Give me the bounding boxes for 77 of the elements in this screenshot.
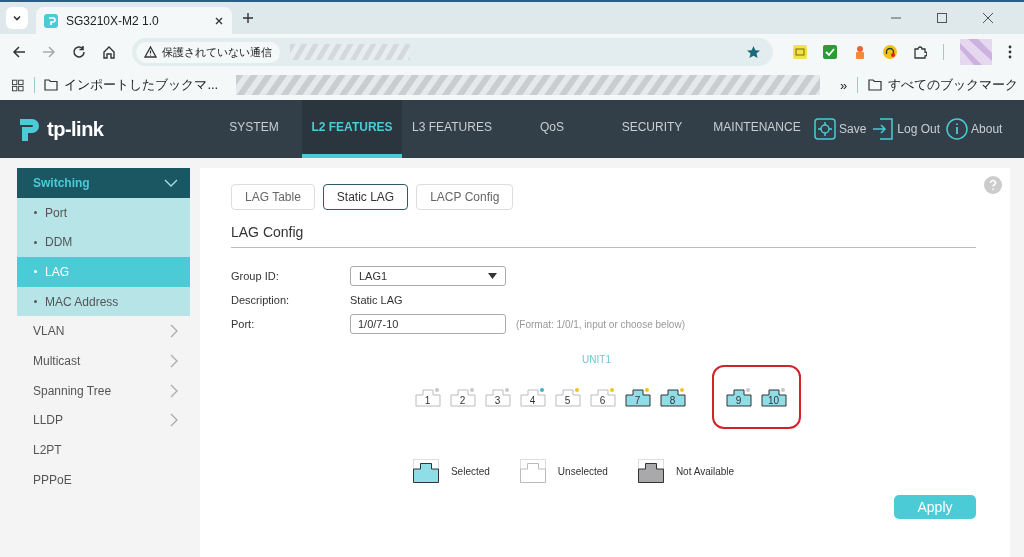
header-action[interactable]: About: [946, 118, 1003, 140]
extension-icon[interactable]: [853, 45, 867, 59]
star-icon[interactable]: [746, 44, 761, 60]
field-label: Group ID:: [231, 270, 280, 282]
sidebar-subitem[interactable]: DDM: [17, 227, 190, 258]
tab[interactable]: LACP Config: [416, 184, 514, 210]
more-icon[interactable]: [1008, 45, 1012, 59]
section-title: LAG Config: [231, 224, 976, 248]
legend-label: Not Available: [675, 465, 735, 477]
caret-icon: [488, 273, 497, 279]
port-legend-icon: [519, 459, 546, 483]
nav-tab[interactable]: SECURITY: [602, 100, 702, 158]
port[interactable]: 9: [725, 387, 752, 407]
port-input-field[interactable]: 1/0/7-10: [350, 314, 506, 334]
back-icon[interactable]: [12, 45, 26, 59]
overflow-button[interactable]: »: [839, 77, 848, 93]
maximize-icon[interactable]: [936, 12, 948, 24]
group-id-dropdown[interactable]: LAG1: [350, 266, 506, 286]
chevron-right-icon: [170, 413, 178, 428]
warning-icon: [144, 46, 157, 58]
reload-icon[interactable]: [72, 45, 86, 59]
tab[interactable]: Static LAG: [322, 184, 409, 210]
nav-tab[interactable]: L2 FEATURES: [302, 100, 402, 158]
nav-tab[interactable]: SYSTEM: [206, 100, 302, 158]
folder-icon: [44, 79, 59, 91]
port[interactable]: 5: [554, 387, 581, 407]
nav-tab[interactable]: QoS: [502, 100, 602, 158]
chevron-right-icon: [170, 324, 178, 339]
tab-list-button[interactable]: [6, 7, 28, 29]
chevron-right-icon: [170, 383, 178, 398]
headphones-icon[interactable]: [883, 45, 897, 59]
header-action[interactable]: Log Out: [872, 118, 941, 140]
sidebar-subitem[interactable]: MAC Address: [17, 286, 190, 317]
chevron-down-icon: [12, 13, 22, 23]
bookmark-folder[interactable]: すべてのブックマーク: [868, 76, 1018, 94]
port[interactable]: 2: [449, 387, 476, 407]
chevron-down-icon: [164, 178, 178, 187]
field-label: Description:: [231, 294, 291, 306]
description-value: Static LAG: [350, 293, 404, 308]
bookmark-folder[interactable]: インポートしたブックマ...: [44, 76, 219, 94]
port[interactable]: 4: [519, 387, 546, 407]
logout-icon: [872, 118, 895, 140]
chevron-right-icon: [170, 353, 178, 368]
legend-label: Selected: [450, 465, 490, 477]
close-icon[interactable]: [982, 12, 994, 24]
puzzle-icon[interactable]: [913, 45, 927, 59]
port[interactable]: 6: [589, 387, 616, 407]
sidebar-item[interactable]: Switching: [17, 168, 190, 198]
format-hint: (Format: 1/0/1, input or choose below): [516, 318, 685, 330]
info-icon: [946, 118, 969, 140]
sidebar-subitem[interactable]: Port: [17, 197, 190, 228]
port[interactable]: 7: [624, 387, 651, 407]
port-legend-icon: [637, 459, 664, 483]
checkbox-icon[interactable]: [823, 45, 837, 59]
tp-link-favicon-icon: [44, 14, 58, 28]
apps-grid-icon[interactable]: [12, 78, 24, 92]
browser-tab[interactable]: SG3210X-M2 1.0: [36, 7, 232, 35]
tp-link-logo: tp-link: [16, 100, 206, 158]
unit-label: UNIT1: [581, 354, 612, 365]
security-chip[interactable]: 保護されていない通信: [136, 41, 280, 63]
legend-label: Unselected: [557, 465, 608, 477]
port[interactable]: 3: [484, 387, 511, 407]
nav-tab[interactable]: MAINTENANCE: [702, 100, 812, 158]
nav-tab[interactable]: L3 FEATURES: [402, 100, 502, 158]
port[interactable]: 10: [760, 387, 787, 407]
close-icon[interactable]: [214, 16, 224, 26]
tab[interactable]: LAG Table: [231, 184, 315, 210]
settings-icon: [814, 118, 836, 140]
port-legend-icon: [412, 459, 439, 483]
field-label: Port:: [231, 318, 256, 330]
folder-icon: [868, 79, 882, 91]
port[interactable]: 8: [659, 387, 686, 407]
header-action[interactable]: Save: [814, 118, 867, 140]
home-icon[interactable]: [102, 45, 116, 59]
new-tab-icon[interactable]: [242, 12, 254, 24]
address-field[interactable]: 保護されていない通信: [132, 38, 773, 66]
port[interactable]: 1: [414, 387, 441, 407]
